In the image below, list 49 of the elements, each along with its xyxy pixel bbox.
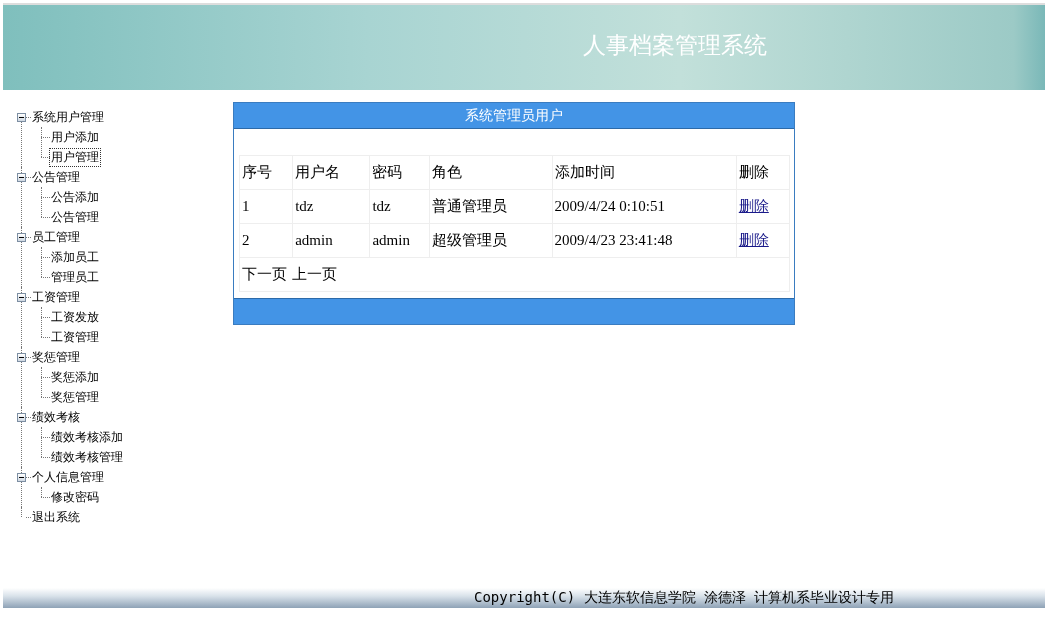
tree-item[interactable]: 公告管理 <box>31 168 81 186</box>
table-cell: admin <box>369 223 430 258</box>
collapse-toggle-icon[interactable] <box>17 412 26 422</box>
panel-title: 系统管理员用户 <box>234 103 794 129</box>
tree-item[interactable]: 奖惩管理 <box>31 348 81 366</box>
column-header: 角色 <box>429 155 553 190</box>
table-cell: 普通管理员 <box>429 189 553 224</box>
tree-item[interactable]: 绩效考核添加 <box>50 428 124 446</box>
collapse-toggle-icon[interactable] <box>17 112 26 122</box>
tree-item[interactable]: 公告添加 <box>50 188 100 206</box>
collapse-toggle-icon[interactable] <box>17 472 26 482</box>
tree-item[interactable]: 系统用户管理 <box>31 108 105 126</box>
copyright-text: Copyright(C) 大连东软信息学院 涂德泽 计算机系毕业设计专用 <box>474 589 895 607</box>
column-header: 密码 <box>369 155 430 190</box>
table-cell: tdz <box>369 189 430 224</box>
table-cell: 2009/4/23 23:41:48 <box>552 223 737 258</box>
pager-link[interactable]: 下一页 <box>242 265 287 283</box>
tree-item[interactable]: 修改密码 <box>50 488 100 506</box>
tree-item[interactable]: 用户添加 <box>50 128 100 146</box>
column-header: 删除 <box>736 155 790 190</box>
tree-item[interactable]: 公告管理 <box>50 208 100 226</box>
tree-item[interactable]: 绩效考核 <box>31 408 81 426</box>
tree-item[interactable]: 工资管理 <box>50 328 100 346</box>
system-title: 人事档案管理系统 <box>583 31 767 60</box>
tree-item[interactable]: 退出系统 <box>31 508 81 526</box>
tree-item[interactable]: 员工管理 <box>31 228 81 246</box>
collapse-toggle-icon[interactable] <box>17 292 26 302</box>
tree-item[interactable]: 奖惩添加 <box>50 368 100 386</box>
tree-item[interactable]: 工资发放 <box>50 308 100 326</box>
tree-item[interactable]: 添加员工 <box>50 248 100 266</box>
table-cell: tdz <box>292 189 370 224</box>
column-header: 序号 <box>239 155 293 190</box>
tree-item[interactable]: 奖惩管理 <box>50 388 100 406</box>
tree-item[interactable]: 管理员工 <box>50 268 100 286</box>
collapse-toggle-icon[interactable] <box>17 352 26 362</box>
table-cell: 1 <box>239 189 293 224</box>
tree-item[interactable]: 工资管理 <box>31 288 81 306</box>
collapse-toggle-icon[interactable] <box>17 232 26 242</box>
column-header: 用户名 <box>292 155 370 190</box>
tree-item[interactable]: 个人信息管理 <box>31 468 105 486</box>
pager-link[interactable]: 上一页 <box>292 265 337 283</box>
table-cell: 2009/4/24 0:10:51 <box>552 189 737 224</box>
tree-item[interactable]: 用户管理 <box>50 148 100 166</box>
table-cell: 超级管理员 <box>429 223 553 258</box>
table-cell: admin <box>292 223 370 258</box>
table-cell: 2 <box>239 223 293 258</box>
collapse-toggle-icon[interactable] <box>17 172 26 182</box>
tree-item[interactable]: 绩效考核管理 <box>50 448 124 466</box>
column-header: 添加时间 <box>552 155 737 190</box>
